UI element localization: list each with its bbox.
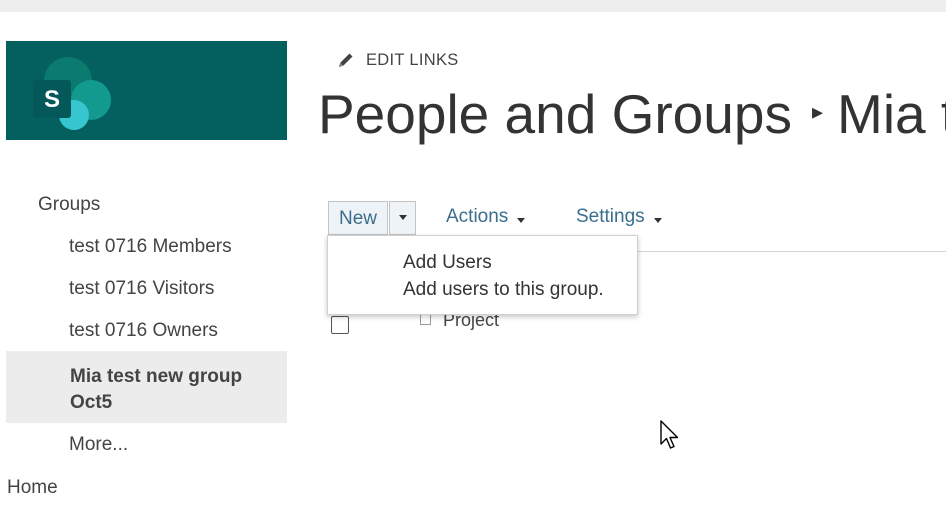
settings-menu-label: Settings: [576, 206, 645, 227]
browser-top-strip: [0, 0, 946, 12]
new-button-label: New: [339, 208, 378, 229]
new-dropdown-button[interactable]: [389, 201, 416, 235]
quick-launch-item-selected[interactable]: Mia test new group Oct5: [70, 364, 280, 416]
edit-links-button[interactable]: EDIT LINKS: [336, 50, 459, 70]
quick-launch-more-link[interactable]: More...: [69, 434, 128, 456]
breadcrumb-separator-icon: ▸: [811, 99, 823, 125]
pencil-icon: [339, 53, 353, 67]
select-all-checkbox[interactable]: [331, 316, 349, 334]
breadcrumb-people-and-groups[interactable]: People and Groups: [318, 83, 792, 145]
new-dropdown-menu[interactable]: Add Users Add users to this group.: [327, 235, 638, 315]
page-title: People and Groups ▸ Mia te: [318, 82, 946, 146]
edit-links-label: EDIT LINKS: [366, 50, 459, 69]
actions-menu[interactable]: Actions: [446, 206, 526, 228]
add-users-description: Add users to this group.: [403, 279, 604, 300]
quick-launch-item-owners[interactable]: test 0716 Owners: [69, 320, 218, 342]
actions-menu-label: Actions: [446, 206, 509, 227]
row-checkbox[interactable]: [420, 314, 431, 325]
sharepoint-logo-icon: S: [33, 57, 111, 130]
quick-launch-heading-groups[interactable]: Groups: [38, 194, 100, 216]
caret-down-icon: [399, 215, 407, 220]
add-users-menu-item[interactable]: Add Users: [403, 252, 492, 274]
quick-launch-item-visitors[interactable]: test 0716 Visitors: [69, 278, 214, 300]
site-logo[interactable]: S: [6, 41, 287, 140]
mouse-cursor-icon: [660, 420, 679, 449]
breadcrumb-current-group: Mia te: [837, 83, 946, 145]
new-button[interactable]: New: [328, 201, 388, 235]
quick-launch-item-members[interactable]: test 0716 Members: [69, 236, 232, 258]
caret-down-icon: [517, 217, 526, 223]
settings-menu[interactable]: Settings: [576, 206, 662, 228]
caret-down-icon: [653, 217, 662, 223]
quick-launch-home-link[interactable]: Home: [7, 477, 58, 499]
svg-text:S: S: [44, 86, 60, 113]
